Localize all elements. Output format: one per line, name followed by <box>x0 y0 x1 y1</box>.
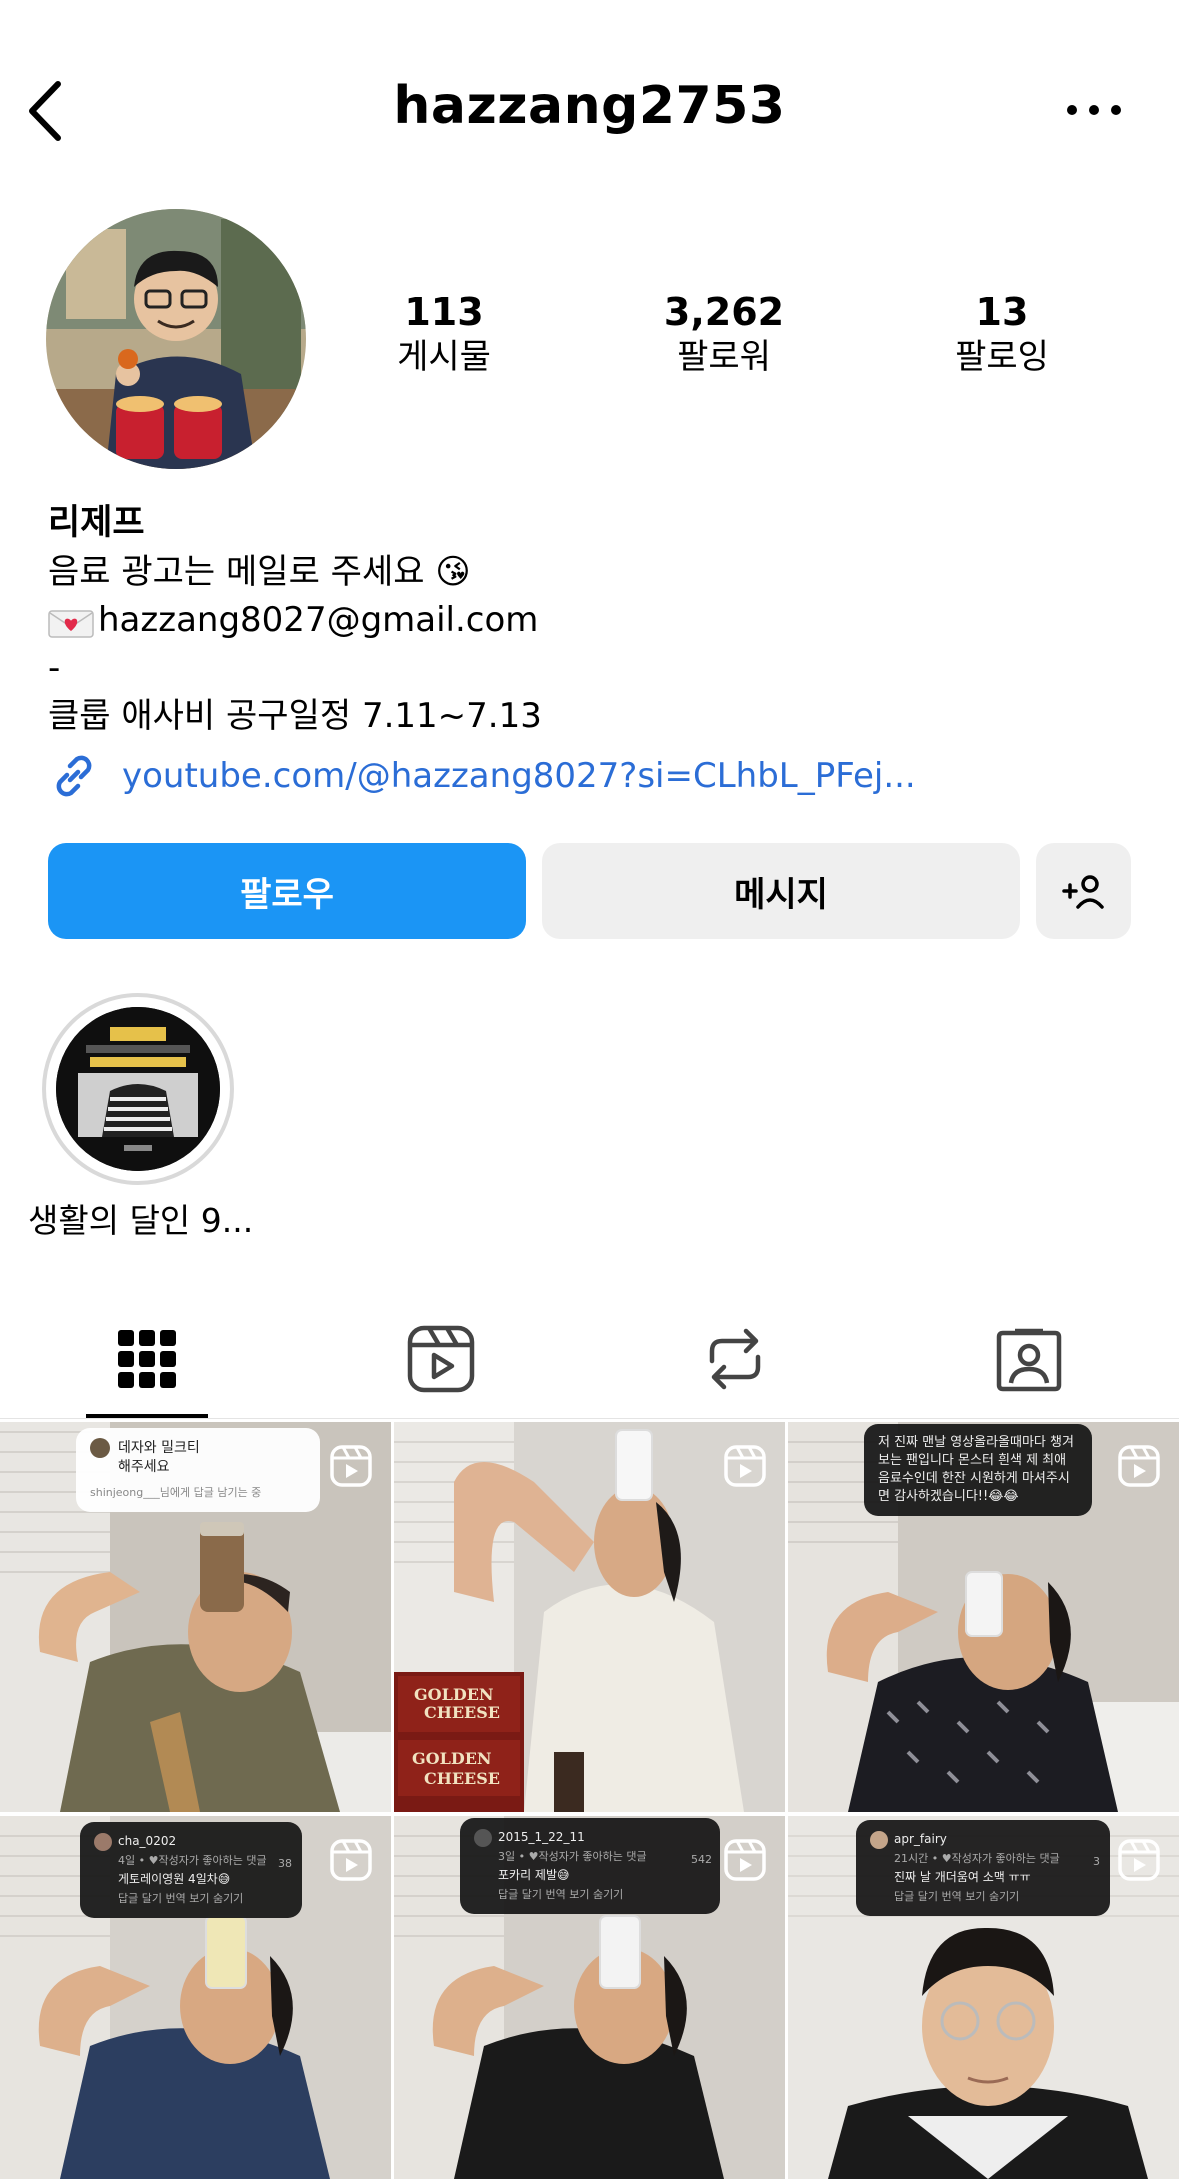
post-thumbnail[interactable]: cha_0202 4일 • ♥작성자가 좋아하는 댓글 게토레이영원 4일차😅 … <box>0 1816 391 2179</box>
post-thumbnail[interactable]: 2015_1_22_11 3일 • ♥작성자가 좋아하는 댓글 포카리 제발😅 … <box>394 1816 785 2179</box>
stat-followers-value: 3,262 <box>663 290 785 334</box>
tab-reels[interactable] <box>294 1300 588 1418</box>
tagged-person-icon <box>996 1328 1062 1392</box>
reel-badge-icon <box>330 1839 372 1881</box>
message-button[interactable]: 메시지 <box>542 843 1020 939</box>
comment-actions: 답글 달기 번역 보기 숨기기 <box>894 1890 1020 1903</box>
reel-badge-icon <box>1118 1445 1160 1487</box>
highlight-label: 생활의 달인 9... <box>28 1201 254 1240</box>
comment-actions: 답글 달기 번역 보기 숨기기 <box>498 1888 624 1901</box>
comment-user: 2015_1_22_11 <box>498 1830 585 1844</box>
bio-email[interactable]: hazzang8027@gmail.com <box>98 596 538 644</box>
profile-header: hazzang2753 <box>0 0 1179 220</box>
more-options-button[interactable] <box>1064 100 1124 120</box>
post-thumbnail[interactable]: apr_fairy 21시간 • ♥작성자가 좋아하는 댓글 진짜 날 개더움여… <box>788 1816 1179 2179</box>
reel-badge-icon <box>724 1839 766 1881</box>
comment-meta: 4일 • ♥작성자가 좋아하는 댓글 <box>118 1854 267 1867</box>
comment-meta: 3일 • ♥작성자가 좋아하는 댓글 <box>498 1850 647 1863</box>
stat-posts-value: 113 <box>404 290 484 334</box>
tab-tagged[interactable] <box>882 1300 1176 1418</box>
comment-text: 저 진짜 맨날 영상올라올때마다 챙겨보는 팬입니다 몬스터 흰색 제 최애음료… <box>878 1435 1074 1504</box>
comment-text: 게토레이영원 4일차😅 <box>118 1872 231 1886</box>
suggest-users-button[interactable] <box>1036 843 1131 939</box>
comment-bubble: cha_0202 4일 • ♥작성자가 좋아하는 댓글 게토레이영원 4일차😅 … <box>80 1822 302 1918</box>
link-icon <box>56 755 92 797</box>
comment-bubble: 2015_1_22_11 3일 • ♥작성자가 좋아하는 댓글 포카리 제발😅 … <box>460 1818 720 1914</box>
comment-like-count: 38 <box>278 1857 292 1870</box>
comment-actions: 답글 달기 번역 보기 숨기기 <box>118 1892 244 1905</box>
love-letter-icon <box>48 604 96 638</box>
profile-display-name: 리제프 <box>48 503 145 543</box>
tab-posts-grid[interactable] <box>0 1300 294 1418</box>
posts-grid: 데자와 밀크티 해주세요 shinjeong___님에게 답글 남기는 중 GO… <box>0 1422 1179 2179</box>
bio-link[interactable]: youtube.com/@hazzang8027?si=CLhbL_PFej..… <box>48 750 916 802</box>
more-icon <box>1067 105 1121 115</box>
story-highlight[interactable] <box>42 993 234 1185</box>
comment-user: cha_0202 <box>118 1834 177 1848</box>
comment-bubble: 저 진짜 맨날 영상올라올때마다 챙겨보는 팬입니다 몬스터 흰색 제 최애음료… <box>864 1424 1092 1516</box>
avatar-illustration <box>46 209 306 469</box>
commenter-avatar <box>94 1832 112 1851</box>
reels-icon <box>407 1325 475 1393</box>
profile-bio: 리제프 음료 광고는 메일로 주세요 😘 hazzang8027@gmail.c… <box>48 498 1148 797</box>
comment-like-count: 3 <box>1093 1855 1100 1868</box>
comment-sub: shinjeong___님에게 답글 남기는 중 <box>90 1486 262 1499</box>
follow-button[interactable]: 팔로우 <box>48 843 526 939</box>
stat-posts[interactable]: 113 게시물 <box>344 290 544 380</box>
stat-posts-label: 게시물 <box>397 337 491 377</box>
svg-text:GOLDEN: GOLDEN <box>412 1749 492 1768</box>
profile-username: hazzang2753 <box>393 76 786 136</box>
stat-followers[interactable]: 3,262 팔로워 <box>624 290 824 380</box>
stat-followers-label: 팔로워 <box>677 337 771 377</box>
comment-text: 포카리 제발😅 <box>498 1868 570 1882</box>
commenter-avatar <box>870 1830 888 1849</box>
comment-meta: 21시간 • ♥작성자가 좋아하는 댓글 <box>894 1852 1060 1865</box>
reel-badge-icon <box>1118 1839 1160 1881</box>
commenter-avatar <box>474 1828 492 1847</box>
comment-text: 진짜 날 개더움여 소맥 ㅠㅠ <box>894 1870 1031 1884</box>
profile-avatar[interactable] <box>46 209 306 469</box>
bio-email-line: hazzang8027@gmail.com <box>48 596 1148 644</box>
bio-line-schedule: 클룹 애사비 공구일정 7.11~7.13 <box>48 696 542 736</box>
stat-following[interactable]: 13 팔로잉 <box>902 290 1102 380</box>
comment-like-count: 542 <box>691 1853 712 1866</box>
svg-text:CHEESE: CHEESE <box>424 1769 500 1788</box>
tabs-divider <box>0 1418 1179 1419</box>
bio-line-ad: 음료 광고는 메일로 주세요 😘 <box>48 552 471 592</box>
commenter-avatar <box>90 1438 110 1458</box>
post-thumbnail[interactable]: GOLDEN CHEESE GOLDEN CHEESE <box>394 1422 785 1812</box>
comment-user: 데자와 밀크티 <box>118 1439 200 1456</box>
post-thumbnail[interactable]: 저 진짜 맨날 영상올라올때마다 챙겨보는 팬입니다 몬스터 흰색 제 최애음료… <box>788 1422 1179 1812</box>
post-thumbnail[interactable]: 데자와 밀크티 해주세요 shinjeong___님에게 답글 남기는 중 <box>0 1422 391 1812</box>
comment-user: apr_fairy <box>894 1832 947 1846</box>
svg-text:CHEESE: CHEESE <box>424 1703 500 1722</box>
svg-text:GOLDEN: GOLDEN <box>414 1685 494 1704</box>
reel-badge-icon <box>330 1445 372 1487</box>
tab-reposts[interactable] <box>588 1300 882 1418</box>
repost-icon <box>709 1328 761 1390</box>
profile-tabs <box>0 1300 1179 1420</box>
grid-icon <box>118 1330 176 1388</box>
comment-bubble: 데자와 밀크티 해주세요 shinjeong___님에게 답글 남기는 중 <box>76 1428 320 1512</box>
comment-bubble: apr_fairy 21시간 • ♥작성자가 좋아하는 댓글 진짜 날 개더움여… <box>856 1820 1110 1916</box>
bio-dash: - <box>48 648 61 688</box>
highlight-cover <box>56 1007 220 1171</box>
stat-following-label: 팔로잉 <box>955 337 1049 377</box>
comment-text: 해주세요 <box>118 1459 170 1475</box>
bio-link-text: youtube.com/@hazzang8027?si=CLhbL_PFej..… <box>122 756 916 796</box>
reel-badge-icon <box>724 1445 766 1487</box>
stat-following-value: 13 <box>975 290 1029 334</box>
add-person-icon <box>1061 875 1104 909</box>
